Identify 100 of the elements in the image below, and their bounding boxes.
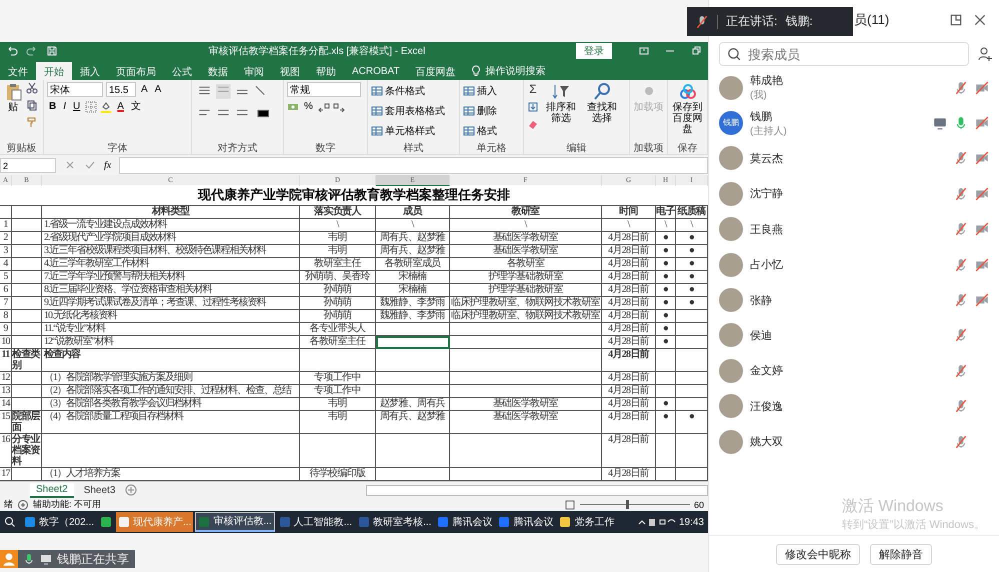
ribbon-tab[interactable]: 插入: [72, 62, 108, 80]
empty-cell[interactable]: [450, 385, 602, 398]
close-icon[interactable]: [973, 13, 987, 27]
empty-cell[interactable]: [376, 385, 450, 398]
borders-icon[interactable]: [85, 101, 98, 113]
ribbon-tab[interactable]: 数据: [200, 62, 236, 80]
fill-down-icon[interactable]: [527, 101, 539, 113]
font-style-button[interactable]: I: [61, 100, 68, 114]
mic-muted-icon[interactable]: [954, 399, 968, 414]
taskbar-item[interactable]: 教字（202...: [22, 512, 96, 532]
cancel-icon[interactable]: [64, 159, 76, 171]
ribbon-command[interactable]: 插入: [463, 82, 520, 99]
mic-muted-icon[interactable]: [954, 80, 968, 95]
mic-muted-icon[interactable]: [954, 151, 968, 166]
phonetic-button[interactable]: 文: [128, 100, 143, 114]
member-row[interactable]: 韩成艳 (我): [709, 70, 999, 106]
search-icon[interactable]: [4, 516, 16, 528]
mic-muted-icon[interactable]: [954, 222, 968, 236]
ribbon-tab[interactable]: 公式: [164, 62, 200, 80]
eraser-icon[interactable]: [527, 118, 539, 130]
taskbar-item[interactable]: 人工智能教...: [276, 512, 354, 532]
ribbon-command[interactable]: 格式: [463, 122, 520, 139]
empty-cell[interactable]: [656, 372, 676, 385]
restore-icon[interactable]: [690, 45, 702, 57]
camera-off-icon[interactable]: [975, 151, 989, 166]
ribbon-command[interactable]: 排序和筛选: [542, 82, 580, 130]
panel-button[interactable]: 解除静音: [870, 544, 932, 564]
empty-cell[interactable]: [300, 349, 376, 372]
horizontal-scrollbar[interactable]: [366, 484, 708, 496]
font-name-dropdown[interactable]: 宋体: [47, 82, 103, 97]
tell-me-search[interactable]: 操作说明搜索: [464, 62, 552, 80]
add-person-icon[interactable]: [977, 46, 993, 62]
ribbon-command[interactable]: 套用表格格式: [371, 102, 456, 119]
member-row[interactable]: 汪俊逸: [709, 388, 999, 424]
empty-cell[interactable]: [12, 271, 42, 284]
empty-cell[interactable]: [376, 349, 450, 372]
ribbon-tab[interactable]: 视图: [272, 62, 308, 80]
member-row[interactable]: 张静: [709, 282, 999, 318]
empty-cell[interactable]: [12, 385, 42, 398]
empty-cell[interactable]: [12, 258, 42, 271]
ribbon-tab[interactable]: 文件: [0, 62, 36, 80]
zoom-level[interactable]: 60: [694, 500, 704, 510]
empty-cell[interactable]: [12, 336, 42, 349]
sheet-tab[interactable]: Sheet3: [78, 484, 122, 496]
taskbar-item[interactable]: 审核评估教...: [195, 512, 275, 532]
ribbon-display-icon[interactable]: [638, 45, 650, 57]
member-row[interactable]: 金文婷: [709, 353, 999, 389]
empty-cell[interactable]: [12, 245, 42, 258]
tray-icons-drawing[interactable]: [636, 516, 677, 528]
member-row[interactable]: 钱鹏 钱鹏 (主持人): [709, 105, 999, 141]
empty-cell[interactable]: [450, 336, 602, 349]
zoom-slider-thumb[interactable]: [626, 500, 630, 509]
ribbon-tab[interactable]: ACROBAT: [344, 62, 408, 80]
paste-button[interactable]: 贴: [3, 82, 23, 128]
empty-cell[interactable]: [376, 372, 450, 385]
font-color-button[interactable]: A: [115, 100, 126, 114]
pop-out-icon[interactable]: [949, 13, 963, 27]
member-row[interactable]: 莫云杰: [709, 140, 999, 176]
mic-muted-icon[interactable]: [954, 328, 968, 342]
empty-cell[interactable]: [376, 336, 450, 349]
mic-muted-icon[interactable]: [954, 364, 968, 378]
font-style-button[interactable]: U: [71, 100, 82, 114]
empty-cell[interactable]: [376, 434, 450, 468]
empty-cell[interactable]: [42, 434, 300, 468]
ribbon-tab[interactable]: 开始: [36, 62, 72, 80]
ribbon-tab[interactable]: 帮助: [308, 62, 344, 80]
decimal-icon[interactable]: [318, 101, 330, 113]
font-size-button[interactable]: A: [152, 82, 164, 96]
percent-button[interactable]: %: [302, 100, 315, 114]
empty-cell[interactable]: [12, 398, 42, 411]
empty-cell[interactable]: [656, 349, 676, 372]
empty-cell[interactable]: [12, 219, 42, 232]
member-row[interactable]: 沈宁静: [709, 176, 999, 212]
undo-icon[interactable]: [6, 45, 18, 57]
empty-cell[interactable]: [450, 372, 602, 385]
taskbar-item[interactable]: 腾讯会议: [496, 512, 556, 532]
mic-muted-icon[interactable]: [954, 258, 968, 272]
redo-icon[interactable]: [26, 45, 38, 57]
taskbar-item[interactable]: 教研室考核...: [356, 512, 434, 532]
copy-icon[interactable]: [26, 99, 38, 111]
add-sheet-icon[interactable]: [125, 484, 138, 496]
empty-cell[interactable]: [300, 434, 376, 468]
ribbon-tab[interactable]: 页面布局: [108, 62, 164, 80]
member-row[interactable]: 侯迪: [709, 318, 999, 354]
panel-button[interactable]: 修改会中昵称: [776, 544, 860, 564]
taskbar-item[interactable]: 腾讯会议: [435, 512, 494, 532]
ribbon-tab[interactable]: 审阅: [236, 62, 272, 80]
mic-muted-icon[interactable]: [954, 293, 968, 308]
camera-off-icon[interactable]: [975, 186, 989, 201]
empty-cell[interactable]: [12, 310, 42, 323]
ribbon-command[interactable]: 查找和选择: [583, 82, 621, 130]
number-format-dropdown[interactable]: 常规: [287, 82, 361, 97]
page-layout-icon[interactable]: [564, 498, 576, 510]
empty-cell[interactable]: [12, 323, 42, 336]
ribbon-tab[interactable]: 百度网盘: [408, 62, 464, 80]
mic-muted-icon[interactable]: [954, 434, 968, 449]
font-style-button[interactable]: B: [47, 100, 58, 114]
empty-cell[interactable]: [656, 434, 676, 468]
camera-off-icon[interactable]: [975, 293, 989, 308]
member-row[interactable]: 王良燕: [709, 212, 999, 247]
